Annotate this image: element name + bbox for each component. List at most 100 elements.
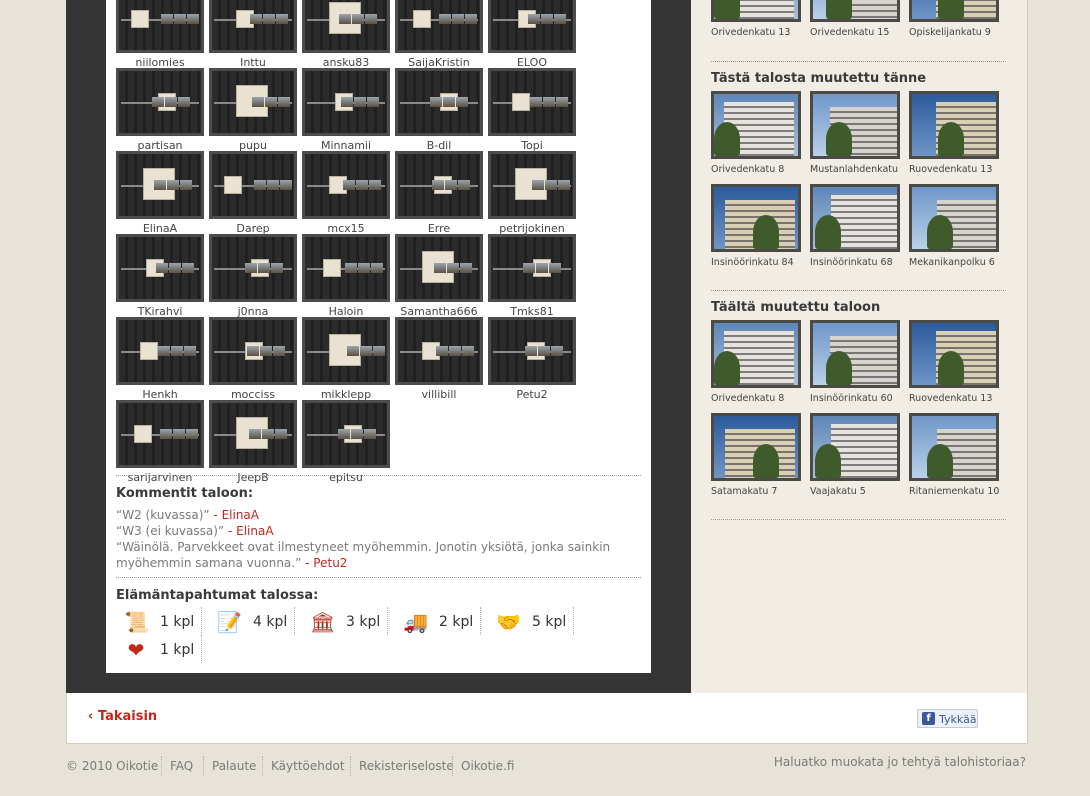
- moved-here-heading: Tästä talosta muutettu tänne: [711, 71, 927, 86]
- user-timeline-thumbnail[interactable]: [395, 0, 483, 53]
- divider: [116, 577, 641, 578]
- life-event-count: 2 kpl: [439, 614, 474, 630]
- user-timeline-thumbnail[interactable]: [116, 68, 204, 136]
- user-timeline-thumbnail[interactable]: [209, 0, 297, 53]
- edit-history-link[interactable]: Haluatko muokata jo tehtyä talohistoriaa…: [774, 755, 1026, 769]
- life-event-count: 3 kpl: [346, 614, 381, 630]
- user-timeline-thumbnail[interactable]: [116, 400, 204, 468]
- comment-author-link[interactable]: ElinaA: [236, 524, 273, 538]
- user-timeline-thumbnail[interactable]: [116, 234, 204, 302]
- footer-link-rekisteriseloste[interactable]: Rekisteriseloste: [350, 756, 462, 776]
- comment-author-link[interactable]: Petu2: [313, 556, 347, 570]
- house-photo[interactable]: [711, 320, 801, 388]
- footer-link-palaute[interactable]: Palaute: [203, 756, 264, 776]
- house-photo[interactable]: [909, 184, 999, 252]
- house-photo[interactable]: [711, 91, 801, 159]
- user-name[interactable]: epitsu: [302, 471, 390, 484]
- comment-separator: -: [224, 524, 237, 538]
- life-event[interactable]: 📝 4 kpl: [209, 607, 295, 635]
- life-event[interactable]: ❤ 1 kpl: [116, 635, 202, 663]
- copyright: © 2010 Oikotie: [66, 759, 159, 773]
- comment-separator: -: [209, 508, 222, 522]
- moving-truck-icon: 🚚: [403, 610, 428, 634]
- moved-from-heading: Täältä muutettu taloon: [711, 300, 881, 315]
- user-timeline-thumbnail[interactable]: [302, 151, 390, 219]
- back-link[interactable]: ‹ Takaisin: [88, 709, 157, 724]
- user-timeline-thumbnail[interactable]: [395, 317, 483, 385]
- life-event[interactable]: 📜 1 kpl: [116, 607, 202, 635]
- house-photo[interactable]: [810, 184, 900, 252]
- divider: [116, 475, 641, 476]
- footer-link-kayttoehdot[interactable]: Käyttöehdot: [262, 756, 353, 776]
- house-photo[interactable]: [810, 413, 900, 481]
- comment-author-link[interactable]: ElinaA: [222, 508, 259, 522]
- user-timeline-thumbnail[interactable]: [209, 317, 297, 385]
- user-name[interactable]: Petu2: [488, 388, 576, 401]
- divider: [711, 61, 1006, 62]
- user-timeline-thumbnail[interactable]: [209, 68, 297, 136]
- comments-heading: Kommentit taloon:: [116, 486, 254, 501]
- house-photo[interactable]: [909, 320, 999, 388]
- life-event[interactable]: 🚚 2 kpl: [395, 607, 481, 635]
- user-name[interactable]: villibill: [395, 388, 483, 401]
- comment: “W3 (ei kuvassa)” - ElinaA: [116, 523, 641, 539]
- user-timeline-thumbnail[interactable]: [488, 0, 576, 53]
- user-timeline-thumbnail[interactable]: [488, 68, 576, 136]
- user-timeline-thumbnail[interactable]: [302, 234, 390, 302]
- house-photo[interactable]: [711, 413, 801, 481]
- house-address[interactable]: Opiskelijankatu 9: [909, 27, 1029, 38]
- house-photo[interactable]: [810, 320, 900, 388]
- like-label: Tykkää: [939, 713, 977, 726]
- user-timeline-thumbnail[interactable]: [302, 68, 390, 136]
- events-heading: Elämäntapahtumat talossa:: [116, 588, 319, 603]
- facebook-like-button[interactable]: f Tykkää: [917, 709, 978, 728]
- life-event-count: 1 kpl: [160, 614, 195, 630]
- user-timeline-thumbnail[interactable]: [302, 317, 390, 385]
- comment-separator: -: [301, 556, 314, 570]
- user-timeline-thumbnail[interactable]: [116, 0, 204, 53]
- divider: [711, 519, 1006, 520]
- user-name[interactable]: sarijarvinen: [116, 471, 204, 484]
- house-photo[interactable]: [810, 0, 900, 22]
- divider: [711, 290, 1006, 291]
- user-timeline-thumbnail[interactable]: [488, 151, 576, 219]
- house-address[interactable]: Ritaniemenkatu 10: [909, 486, 1029, 497]
- user-timeline-thumbnail[interactable]: [395, 234, 483, 302]
- house-photo[interactable]: [810, 91, 900, 159]
- user-timeline-thumbnail[interactable]: [302, 400, 390, 468]
- comment: “W2 (kuvassa)” - ElinaA: [116, 507, 641, 523]
- house-photo[interactable]: [909, 413, 999, 481]
- certificate-icon: 📜: [124, 610, 149, 634]
- comment-text: “W3 (ei kuvassa)”: [116, 524, 225, 538]
- life-event-count: 5 kpl: [532, 614, 567, 630]
- house-address[interactable]: Ruovedenkatu 13: [909, 164, 1029, 175]
- user-timeline-thumbnail[interactable]: [209, 151, 297, 219]
- user-timeline-thumbnail[interactable]: [488, 317, 576, 385]
- house-address[interactable]: Ruovedenkatu 13: [909, 393, 1029, 404]
- user-timeline-thumbnail[interactable]: [488, 234, 576, 302]
- user-timeline-thumbnail[interactable]: [209, 400, 297, 468]
- user-name[interactable]: JeepB: [209, 471, 297, 484]
- user-timeline-thumbnail[interactable]: [302, 0, 390, 53]
- user-timeline-thumbnail[interactable]: [209, 234, 297, 302]
- life-event[interactable]: 🏛 3 kpl: [302, 607, 388, 635]
- house-photo[interactable]: [711, 184, 801, 252]
- house-photo[interactable]: [909, 0, 999, 22]
- house-photo[interactable]: [711, 0, 801, 22]
- heart-icon: ❤: [127, 638, 145, 662]
- comment-text: “Wäinölä. Parvekkeet ovat ilmestyneet my…: [116, 540, 611, 570]
- user-timeline-thumbnail[interactable]: [395, 68, 483, 136]
- house-address[interactable]: Mekanikanpolku 6: [909, 257, 1029, 268]
- user-timeline-thumbnail[interactable]: [395, 151, 483, 219]
- house-photo[interactable]: [909, 91, 999, 159]
- pillar-icon: 🏛: [310, 610, 336, 634]
- footer-link-oikotie[interactable]: Oikotie.fi: [452, 756, 522, 776]
- user-timeline-thumbnail[interactable]: [116, 151, 204, 219]
- user-timeline-thumbnail[interactable]: [116, 317, 204, 385]
- comment-text: “W2 (kuvassa)”: [116, 508, 210, 522]
- footer-link-faq[interactable]: FAQ: [161, 756, 201, 776]
- life-event-count: 1 kpl: [160, 642, 195, 658]
- life-event[interactable]: 🤝 5 kpl: [488, 607, 574, 635]
- comment: “Wäinölä. Parvekkeet ovat ilmestyneet my…: [116, 539, 641, 571]
- facebook-icon: f: [922, 712, 935, 725]
